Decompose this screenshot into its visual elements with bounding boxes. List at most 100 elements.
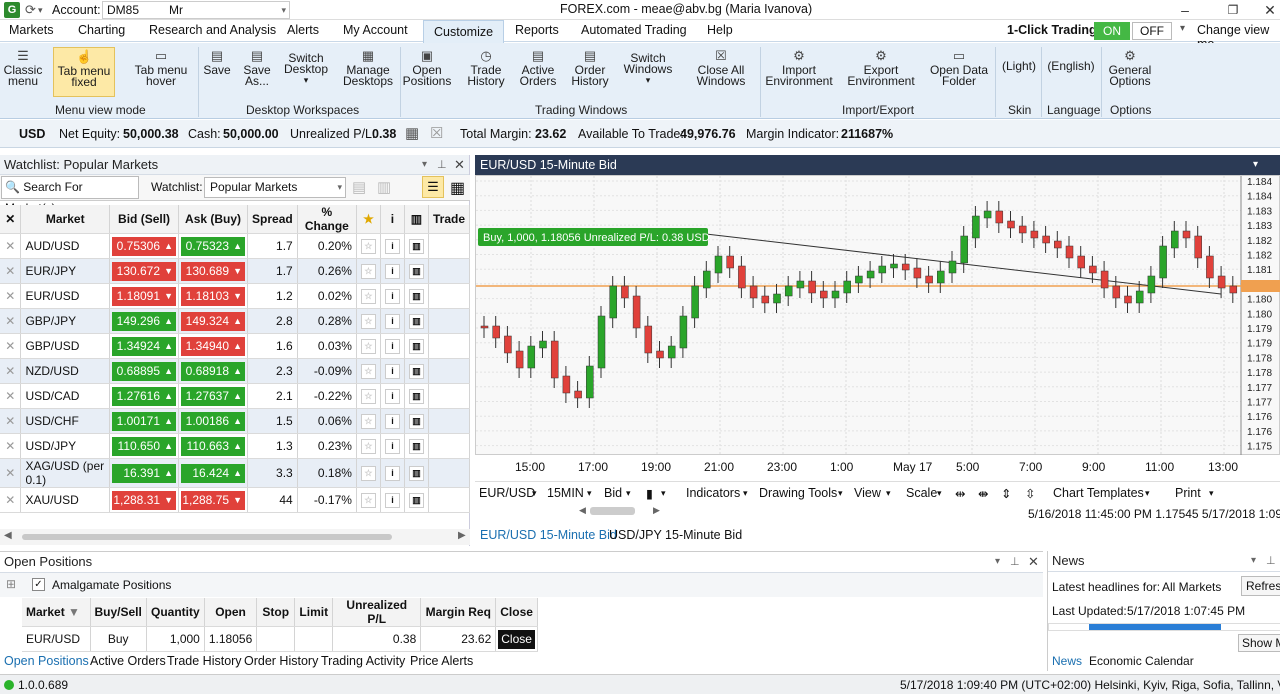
- trade-cell[interactable]: [428, 408, 471, 434]
- one-click-on-button[interactable]: ON: [1094, 22, 1130, 40]
- star-icon[interactable]: ☆: [360, 414, 376, 429]
- close-all-windows-button[interactable]: ☒ Close All Windows: [686, 49, 756, 88]
- indicators-button[interactable]: Indicators: [686, 486, 740, 500]
- star-icon[interactable]: ☆: [360, 389, 376, 404]
- chart-icon[interactable]: ▥: [408, 493, 424, 508]
- chart-area[interactable]: 1.1841.1841.1831.1831.1821.1821.1811.181…: [475, 175, 1280, 456]
- table-row[interactable]: ✕ NZD/USD 0.68895 ▲ 0.68918 ▲ 2.3 -0.09% ☆…: [0, 358, 471, 384]
- tab-menu-fixed-button[interactable]: ☝ Tab menu fixed: [53, 47, 115, 97]
- tab-price-alerts[interactable]: Price Alerts: [410, 654, 473, 668]
- bid-price-button[interactable]: 16.391 ▲: [112, 463, 177, 483]
- close-icon[interactable]: ✕: [454, 155, 465, 175]
- table-row[interactable]: ✕ USD/JPY 110.650 ▲ 110.663 ▲ 1.3 0.23% ☆ …: [0, 433, 471, 459]
- bid-price-button[interactable]: 0.68895 ▲: [112, 361, 177, 381]
- position-limit[interactable]: [294, 626, 334, 652]
- remove-market-icon[interactable]: ✕: [0, 383, 22, 409]
- close-icon[interactable]: ✕: [1028, 552, 1039, 572]
- menu-alerts[interactable]: Alerts: [287, 23, 319, 37]
- remove-market-icon[interactable]: ✕: [0, 358, 22, 384]
- open-data-folder-button[interactable]: ▭ Open Data Folder: [926, 49, 992, 88]
- close-window-icon[interactable]: ☒: [430, 124, 443, 142]
- save-button[interactable]: ▤ Save: [203, 49, 231, 77]
- menu-help[interactable]: Help: [707, 23, 733, 37]
- amalgamate-checkbox[interactable]: ✓: [32, 578, 45, 591]
- info-icon[interactable]: i: [384, 439, 400, 454]
- print-button[interactable]: Print: [1175, 486, 1201, 500]
- remove-market-icon[interactable]: ✕: [0, 487, 22, 513]
- export-environment-button[interactable]: ⚙ Export Environment: [846, 49, 916, 88]
- menu-reports[interactable]: Reports: [515, 23, 559, 37]
- info-icon[interactable]: i: [384, 466, 400, 481]
- trade-cell[interactable]: [428, 383, 471, 409]
- star-icon[interactable]: ☆: [360, 466, 376, 481]
- trade-cell[interactable]: [428, 458, 471, 488]
- bid-price-button[interactable]: 1,288.31 ▼: [112, 490, 177, 510]
- refresh-button[interactable]: Refresh: [1241, 576, 1280, 596]
- remove-market-icon[interactable]: ✕: [0, 333, 22, 359]
- info-icon[interactable]: i: [384, 364, 400, 379]
- one-click-off-button[interactable]: OFF: [1132, 22, 1172, 40]
- trade-cell[interactable]: [428, 433, 471, 459]
- info-icon[interactable]: i: [384, 339, 400, 354]
- active-orders-button[interactable]: ▤ Active Orders: [518, 49, 558, 88]
- close-icon[interactable]: ✕: [1250, 0, 1280, 20]
- candle-type-icon[interactable]: ▮: [646, 486, 653, 501]
- info-icon[interactable]: i: [384, 314, 400, 329]
- ask-price-button[interactable]: 1.34940 ▲: [181, 336, 246, 356]
- trade-cell[interactable]: [428, 283, 471, 309]
- col-stop[interactable]: Stop: [256, 598, 296, 627]
- ask-price-button[interactable]: 149.324 ▲: [181, 311, 246, 331]
- col-trade[interactable]: Trade: [428, 205, 471, 234]
- col-bid[interactable]: Bid (Sell): [109, 205, 180, 234]
- trade-cell[interactable]: [428, 258, 471, 284]
- tab-open-positions[interactable]: Open Positions: [4, 654, 89, 668]
- language-button[interactable]: (English): [1044, 60, 1098, 72]
- maximize-icon[interactable]: ❐: [1213, 0, 1253, 20]
- bid-price-button[interactable]: 1.18091 ▼: [112, 286, 177, 306]
- chart-tab-eurusd[interactable]: EUR/USD 15-Minute Bid: [480, 528, 617, 542]
- chevron-down-icon[interactable]: ▾: [1253, 155, 1258, 175]
- trade-cell[interactable]: [428, 333, 471, 359]
- open-positions-button[interactable]: ▣ Open Positions: [402, 49, 452, 88]
- order-history-button[interactable]: ▤ Order History: [568, 49, 612, 88]
- bid-price-button[interactable]: 130.672 ▼: [112, 261, 177, 281]
- table-row[interactable]: ✕ USD/CAD 1.27616 ▲ 1.27637 ▲ 2.1 -0.22% ☆…: [0, 383, 471, 409]
- star-icon[interactable]: ☆: [360, 314, 376, 329]
- menu-customize[interactable]: Customize: [423, 20, 505, 43]
- edit-watchlist-icon[interactable]: ▤: [352, 178, 366, 196]
- star-icon[interactable]: ☆: [360, 289, 376, 304]
- bid-price-button[interactable]: 1.00171 ▲: [112, 411, 177, 431]
- close-position-button[interactable]: Close: [498, 629, 535, 649]
- chevron-down-icon[interactable]: ▾: [532, 488, 537, 499]
- col-market[interactable]: Market: [20, 205, 111, 234]
- bid-price-button[interactable]: 149.296 ▲: [112, 311, 177, 331]
- scroll-right-icon[interactable]: ▶: [458, 530, 466, 541]
- col-margin-req[interactable]: Margin Req: [420, 598, 497, 627]
- import-environment-button[interactable]: ⚙ Import Environment: [764, 49, 834, 88]
- chart-icon[interactable]: ▥: [408, 414, 424, 429]
- headlines-market[interactable]: All Markets: [1162, 580, 1221, 594]
- remove-market-icon[interactable]: ✕: [0, 258, 22, 284]
- table-row[interactable]: ✕ AUD/USD 0.75306 ▲ 0.75323 ▲ 1.7 0.20% ☆ …: [0, 233, 471, 259]
- chevron-down-icon[interactable]: ▾: [838, 488, 843, 499]
- table-row[interactable]: ✕ EUR/JPY 130.672 ▼ 130.689 ▼ 1.7 0.26% ☆ …: [0, 258, 471, 284]
- zoom-y-in-icon[interactable]: ⇳: [1025, 486, 1035, 501]
- watchlist-select[interactable]: Popular Markets ▾: [204, 177, 346, 198]
- star-icon[interactable]: ☆: [360, 339, 376, 354]
- trade-cell[interactable]: [428, 233, 471, 259]
- list-view-icon[interactable]: ☰: [422, 176, 444, 198]
- chart-interval-select[interactable]: 15MIN: [547, 486, 584, 500]
- calculator-icon[interactable]: ▦: [405, 124, 419, 142]
- col-market[interactable]: Market ▼: [22, 598, 91, 627]
- chevron-down-icon[interactable]: ▾: [38, 1, 43, 19]
- chart-icon[interactable]: ▥: [408, 264, 424, 279]
- minimize-icon[interactable]: –: [1165, 0, 1205, 20]
- chart-icon[interactable]: ▥: [408, 389, 424, 404]
- chart-scroll-thumb[interactable]: [590, 507, 635, 515]
- trade-cell[interactable]: [428, 358, 471, 384]
- account-select[interactable]: DM85 Mr ▾: [102, 1, 290, 19]
- pin-icon[interactable]: ⊥: [437, 155, 447, 175]
- refresh-icon[interactable]: ⟳: [25, 1, 36, 19]
- chart-icon[interactable]: ▥: [408, 339, 424, 354]
- drawing-tools-button[interactable]: Drawing Tools: [759, 486, 837, 500]
